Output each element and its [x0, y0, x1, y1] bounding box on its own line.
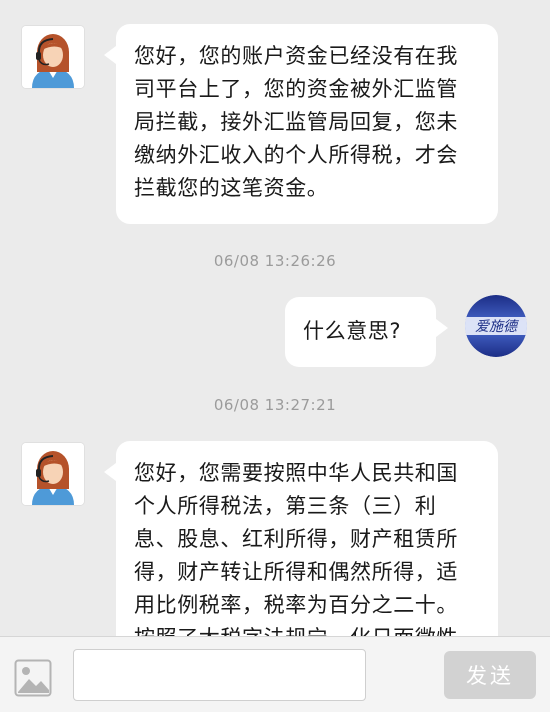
message-line: 得，财产转让所得和偶然所得，适 — [134, 560, 458, 584]
message-line: 用比例税率，税率为百分之二十。 — [134, 593, 458, 617]
message-line: 缴纳外汇收入的个人所得税，才会 — [134, 143, 458, 167]
agent-avatar[interactable] — [22, 26, 84, 88]
message-line: 您好，您需要按照中华人民共和国 — [134, 461, 458, 485]
message-text: 什么意思? — [303, 319, 402, 343]
chat-area: 您好，您的账户资金已经没有在我 司平台上了，您的资金被外汇监管 局拦截，接外汇监… — [0, 0, 550, 636]
agent-avatar-icon — [22, 26, 84, 88]
user-avatar-text: 爱施德 — [475, 319, 520, 335]
agent-avatar[interactable] — [22, 443, 84, 505]
message-line: 个人所得税法，第三条（三）利 — [134, 494, 437, 518]
agent-message-2: 您好，您需要按照中华人民共和国 个人所得税法，第三条（三）利 息、股息、红利所得… — [104, 441, 498, 636]
message-line: 息、股息、红利所得，财产租赁所 — [134, 527, 458, 551]
timestamp: 06/08 13:27:21 — [213, 396, 337, 414]
image-icon — [14, 659, 52, 697]
message-line: 司平台上了，您的资金被外汇监管 — [134, 77, 458, 101]
agent-avatar-icon — [22, 443, 84, 505]
message-line: 拦截您的这笔资金。 — [134, 176, 329, 200]
image-button[interactable] — [14, 659, 52, 697]
timestamp: 06/08 13:26:26 — [213, 252, 337, 270]
agent-message-1: 您好，您的账户资金已经没有在我 司平台上了，您的资金被外汇监管 局拦截，接外汇监… — [104, 24, 498, 224]
user-avatar[interactable]: 爱施德 — [465, 295, 527, 357]
message-line: 按照了太税字法规宁，化日面微性 — [134, 622, 480, 636]
composer-bar: 发送 — [0, 636, 550, 712]
message-input[interactable] — [73, 649, 366, 701]
user-avatar-icon: 爱施德 — [465, 295, 527, 357]
user-message: 什么意思? — [285, 297, 448, 367]
send-button[interactable]: 发送 — [444, 651, 536, 699]
message-line: 局拦截，接外汇监管局回复，您未 — [134, 110, 458, 134]
message-line: 您好，您的账户资金已经没有在我 — [134, 44, 458, 68]
